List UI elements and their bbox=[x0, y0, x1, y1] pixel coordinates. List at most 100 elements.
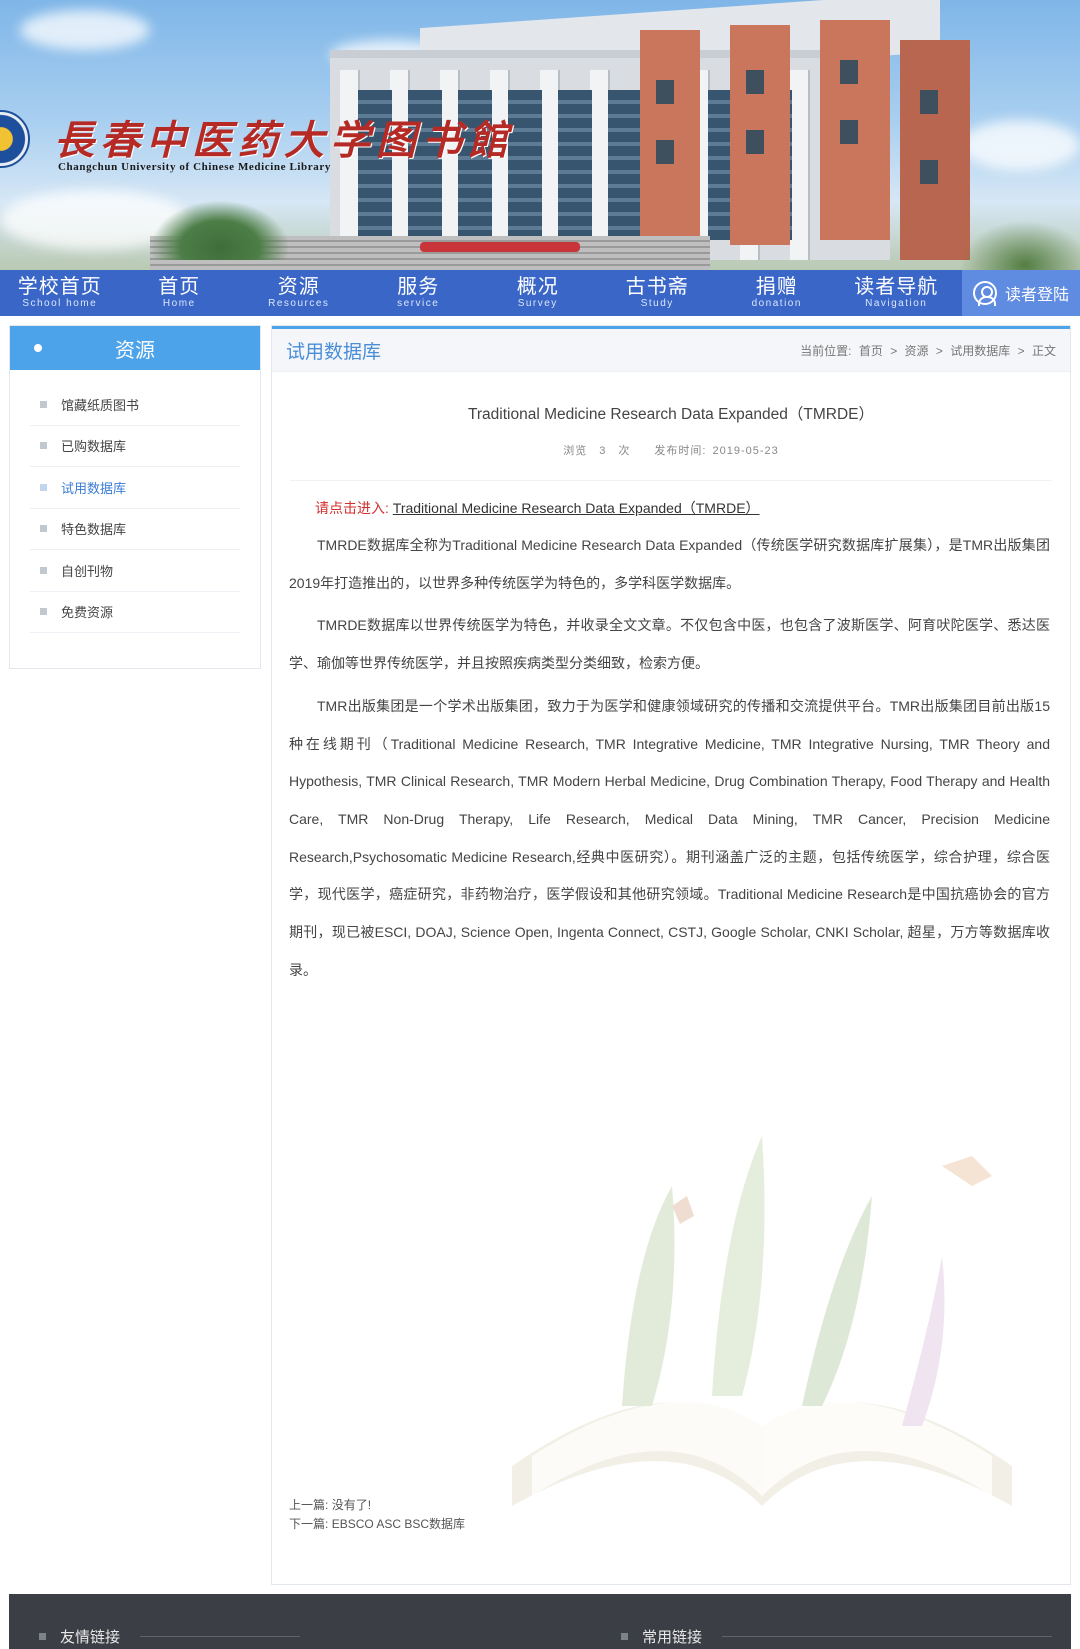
sidebar-item-label: 特色数据库 bbox=[61, 522, 127, 538]
trees-decoration bbox=[960, 220, 1080, 270]
library-logo-title[interactable]: 長春中医药大学图书館 bbox=[54, 108, 514, 166]
divider bbox=[722, 1636, 1053, 1637]
nav-item-navigation[interactable]: 读者导航 Navigation bbox=[837, 270, 957, 316]
nav-label: 资源 bbox=[277, 276, 320, 298]
reader-login-button[interactable]: 读者登陆 bbox=[962, 270, 1080, 316]
sidebar-item-label: 免费资源 bbox=[61, 605, 114, 621]
sidebar-item-label: 试用数据库 bbox=[61, 480, 127, 496]
nav-label: 古书斋 bbox=[625, 276, 689, 298]
common-links-section: 常用链接 bbox=[621, 1626, 1053, 1647]
sidebar: 资源 馆藏纸质图书 已购数据库 试用数据库 特色数据库 自创刊物 免费资源 bbox=[9, 325, 261, 669]
square-bullet-icon bbox=[40, 442, 47, 450]
sidebar-item-self-publications[interactable]: 自创刊物 bbox=[30, 550, 240, 592]
footer: 友情链接 常用链接 bbox=[9, 1594, 1071, 1649]
breadcrumb-separator: > bbox=[890, 343, 898, 358]
nav-label: 服务 bbox=[397, 276, 440, 298]
sidebar-item-purchased-databases[interactable]: 已购数据库 bbox=[30, 426, 240, 467]
breadcrumb-label: 当前位置: bbox=[800, 343, 852, 358]
nav-sublabel: Survey bbox=[517, 298, 558, 309]
open-book-decoration bbox=[512, 1136, 1012, 1506]
main-content-panel: 试用数据库 当前位置: 首页 > 资源 > 试用数据库 > 正文 Traditi… bbox=[271, 325, 1071, 1585]
nav-sublabel: service bbox=[397, 298, 440, 309]
flower-bed bbox=[420, 242, 580, 252]
nav-item-home[interactable]: 首页 Home bbox=[120, 270, 240, 316]
nav-item-study[interactable]: 古书斋 Study bbox=[598, 270, 718, 316]
nav-label: 学校首页 bbox=[17, 276, 102, 298]
user-icon bbox=[972, 281, 997, 306]
friend-links-section: 友情链接 bbox=[39, 1626, 301, 1647]
sidebar-item-free-resources[interactable]: 免费资源 bbox=[30, 592, 240, 633]
square-bullet-icon bbox=[40, 400, 47, 408]
article-paragraph: TMRDE数据库以世界传统医学为特色，并收录全文文章。不仅包含中医，也包含了波斯… bbox=[289, 617, 1050, 672]
breadcrumb-separator: > bbox=[935, 343, 943, 358]
university-emblem-icon[interactable] bbox=[0, 110, 30, 168]
header-banner: 長春中医药大学图书館 Changchun University of Chine… bbox=[0, 0, 1080, 270]
breadcrumb-resources[interactable]: 资源 bbox=[905, 344, 929, 358]
article-paragraph: TMRDE数据库全称为Traditional Medicine Research… bbox=[289, 537, 1050, 591]
nav-item-school-home[interactable]: 学校首页 School home bbox=[0, 270, 120, 316]
breadcrumb-trial-db[interactable]: 试用数据库 bbox=[950, 344, 1010, 358]
sidebar-list: 馆藏纸质图书 已购数据库 试用数据库 特色数据库 自创刊物 免费资源 bbox=[10, 370, 260, 633]
sidebar-item-featured-databases[interactable]: 特色数据库 bbox=[30, 509, 240, 550]
sidebar-item-label: 馆藏纸质图书 bbox=[61, 397, 140, 413]
sidebar-item-label: 已购数据库 bbox=[61, 439, 127, 455]
next-label: 下一篇: bbox=[289, 1517, 329, 1531]
views-count: 3 bbox=[599, 445, 607, 457]
square-bullet-icon bbox=[40, 483, 47, 491]
common-links-title: 常用链接 bbox=[642, 1629, 703, 1646]
library-logo-subtitle: Changchun University of Chinese Medicine… bbox=[58, 161, 331, 173]
section-title: 试用数据库 bbox=[286, 341, 382, 363]
sidebar-item-label: 自创刊物 bbox=[61, 563, 114, 579]
prev-title: 没有了! bbox=[331, 1498, 372, 1512]
nav-sublabel: School home bbox=[22, 298, 98, 309]
sidebar-header: 资源 bbox=[10, 326, 260, 370]
sidebar-title: 资源 bbox=[115, 339, 155, 362]
square-bullet-icon bbox=[40, 566, 47, 574]
square-bullet-icon bbox=[39, 1633, 46, 1640]
next-article-link[interactable]: EBSCO ASC BSC数据库 bbox=[332, 1517, 465, 1531]
nav-sublabel: Study bbox=[640, 298, 674, 309]
nav-sublabel: Home bbox=[162, 298, 196, 309]
section-header: 试用数据库 当前位置: 首页 > 资源 > 试用数据库 > 正文 bbox=[272, 326, 1070, 372]
square-bullet-icon bbox=[621, 1633, 628, 1640]
prev-article: 上一篇: 没有了! bbox=[289, 1496, 465, 1515]
enter-database-line: 请点击进入: Traditional Medicine Research Dat… bbox=[315, 497, 1050, 519]
nav-item-survey[interactable]: 概况 Survey bbox=[478, 270, 598, 316]
bullet-dot-icon bbox=[34, 344, 42, 352]
publish-label: 发布时间: bbox=[654, 445, 707, 457]
article-pager: 上一篇: 没有了! 下一篇: EBSCO ASC BSC数据库 bbox=[289, 1496, 465, 1534]
article-paragraph: TMR出版集团是一个学术出版集团，致力于为医学和健康领域研究的传播和交流提供平台… bbox=[289, 697, 1050, 978]
sidebar-item-trial-databases[interactable]: 试用数据库 bbox=[30, 467, 240, 509]
sidebar-item-print-books[interactable]: 馆藏纸质图书 bbox=[30, 384, 240, 426]
breadcrumb-separator: > bbox=[1017, 343, 1025, 358]
breadcrumb: 当前位置: 首页 > 资源 > 试用数据库 > 正文 bbox=[796, 342, 1056, 359]
views-unit: 次 bbox=[618, 445, 631, 457]
reader-login-label: 读者登陆 bbox=[1004, 287, 1069, 304]
nav-sublabel: Resources bbox=[268, 298, 330, 309]
article-body: 请点击进入: Traditional Medicine Research Dat… bbox=[272, 481, 1070, 989]
friend-links-title: 友情链接 bbox=[60, 1629, 121, 1646]
publish-date: 2019-05-23 bbox=[712, 445, 779, 457]
square-bullet-icon bbox=[40, 525, 47, 533]
nav-label: 首页 bbox=[158, 276, 201, 298]
article-title: Traditional Medicine Research Data Expan… bbox=[467, 406, 875, 423]
nav-item-service[interactable]: 服务 service bbox=[359, 270, 479, 316]
breadcrumb-current: 正文 bbox=[1031, 343, 1056, 358]
article-meta: 浏览 3 次 发布时间: 2019-05-23 bbox=[272, 442, 1070, 458]
prev-label: 上一篇: bbox=[289, 1498, 329, 1512]
nav-label: 概况 bbox=[516, 276, 559, 298]
cloud-decoration bbox=[20, 10, 150, 50]
breadcrumb-home[interactable]: 首页 bbox=[859, 344, 883, 358]
square-bullet-icon bbox=[40, 608, 47, 616]
nav-item-resources[interactable]: 资源 Resources bbox=[239, 270, 359, 316]
main-navigation: 学校首页 School home 首页 Home 资源 Resources 服务… bbox=[0, 270, 1080, 316]
next-article: 下一篇: EBSCO ASC BSC数据库 bbox=[289, 1515, 465, 1534]
enter-prompt: 请点击进入: bbox=[315, 500, 389, 516]
nav-label: 读者导航 bbox=[854, 276, 939, 298]
views-label: 浏览 bbox=[563, 445, 588, 457]
nav-sublabel: Navigation bbox=[865, 298, 928, 309]
trees-decoration bbox=[150, 200, 290, 260]
nav-sublabel: donation bbox=[751, 298, 802, 309]
nav-item-donation[interactable]: 捐赠 donation bbox=[717, 270, 837, 316]
database-link[interactable]: Traditional Medicine Research Data Expan… bbox=[393, 500, 760, 516]
